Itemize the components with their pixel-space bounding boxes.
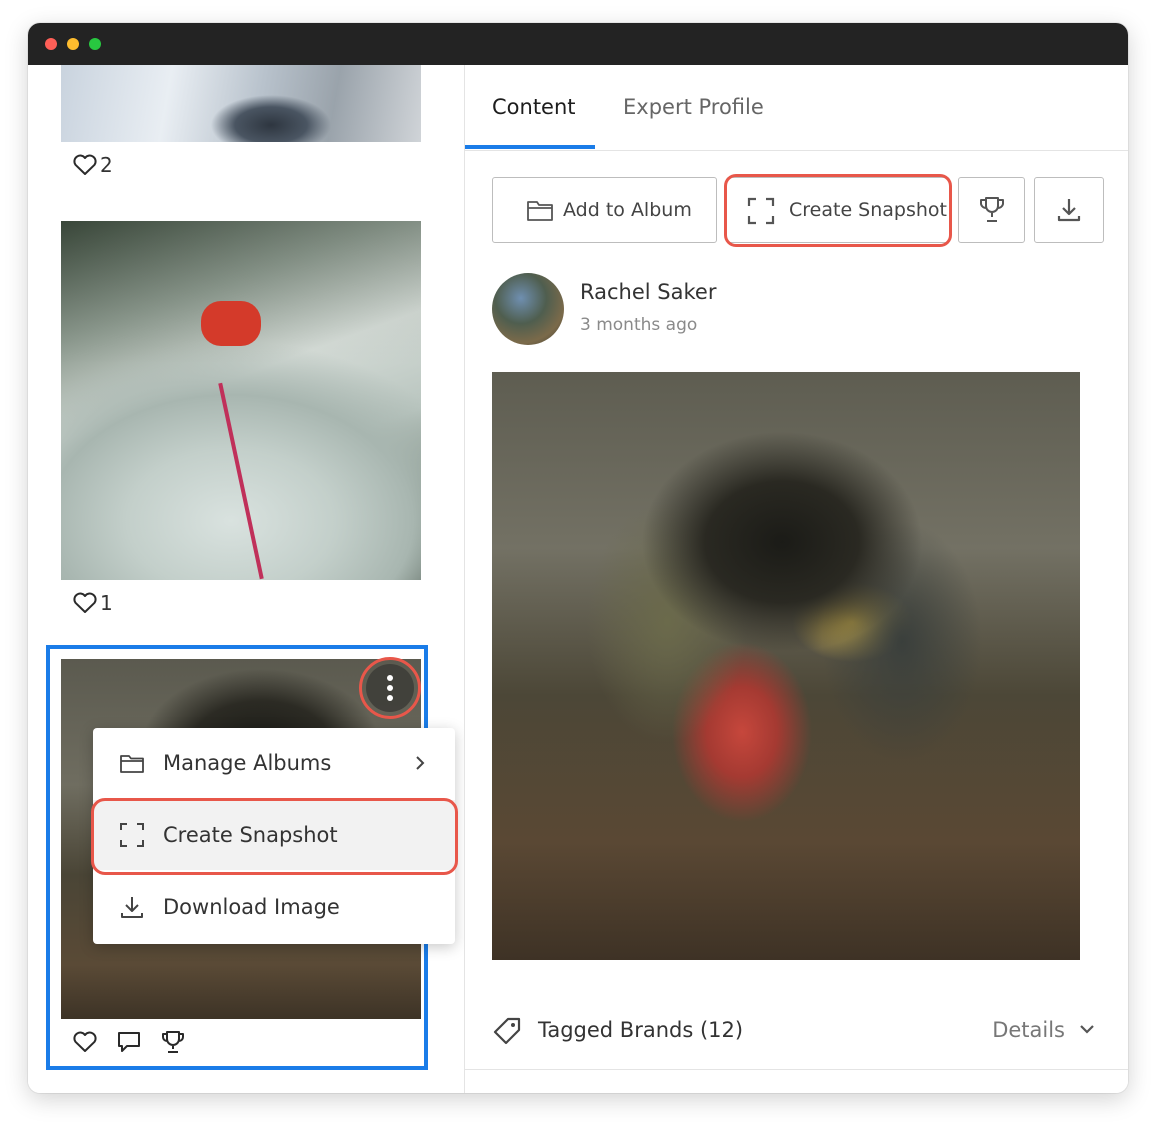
download-icon xyxy=(121,897,143,918)
climber-figure xyxy=(201,301,261,346)
folder-icon xyxy=(527,201,553,221)
trophy-icon xyxy=(979,197,1004,222)
minimize-window-button[interactable] xyxy=(67,38,79,50)
heart-icon[interactable] xyxy=(72,1030,98,1054)
content-feed: 2 1 Manage Albums Create Snapshot Downlo… xyxy=(28,65,465,1093)
like-count-value: 2 xyxy=(100,153,113,177)
rope-detail xyxy=(218,382,264,580)
tagged-brands-row[interactable]: Tagged Brands (12) Details xyxy=(492,1010,1101,1050)
maximize-window-button[interactable] xyxy=(89,38,101,50)
tab-content[interactable]: Content xyxy=(492,95,576,119)
folder-icon xyxy=(120,755,144,773)
close-window-button[interactable] xyxy=(45,38,57,50)
post-image[interactable] xyxy=(61,221,421,580)
app-window: 2 1 Manage Albums Create Snapshot Downlo… xyxy=(28,23,1128,1093)
menu-item-label: Download Image xyxy=(163,895,340,919)
tagged-brands-label: Tagged Brands (12) xyxy=(538,1018,744,1042)
like-count-value: 1 xyxy=(100,591,113,615)
like-count[interactable]: 2 xyxy=(72,153,113,177)
content-detail-panel: Content Expert Profile Add to Album Crea… xyxy=(465,65,1128,1093)
content-main-image[interactable] xyxy=(492,372,1080,960)
post-timestamp: 3 months ago xyxy=(580,315,698,335)
post-image[interactable] xyxy=(61,65,421,142)
chevron-down-icon[interactable] xyxy=(1079,1024,1095,1034)
more-vertical-icon xyxy=(387,675,393,701)
tab-expert-profile[interactable]: Expert Profile xyxy=(623,95,764,119)
tag-icon xyxy=(493,1017,521,1045)
chevron-right-icon xyxy=(416,756,425,770)
active-tab-indicator xyxy=(465,145,595,149)
create-snapshot-highlight xyxy=(724,174,952,247)
download-button[interactable] xyxy=(1034,177,1104,243)
author-name[interactable]: Rachel Saker xyxy=(580,280,716,304)
post-actions xyxy=(72,1029,186,1055)
award-button[interactable] xyxy=(958,177,1025,243)
download-icon xyxy=(1057,199,1081,222)
add-to-album-label: Add to Album xyxy=(563,199,692,221)
section-divider xyxy=(465,1069,1128,1070)
detail-tabs: Content Expert Profile xyxy=(465,65,1128,151)
heart-icon xyxy=(73,592,97,613)
heart-icon xyxy=(73,154,97,175)
details-toggle[interactable]: Details xyxy=(992,1018,1065,1042)
add-to-album-button[interactable]: Add to Album xyxy=(492,177,717,243)
more-options-button[interactable] xyxy=(366,664,414,712)
author-avatar[interactable] xyxy=(492,273,564,345)
like-count[interactable]: 1 xyxy=(72,591,113,615)
create-snapshot-highlight xyxy=(91,798,458,875)
trophy-icon[interactable] xyxy=(160,1029,186,1055)
menu-item-download-image[interactable]: Download Image xyxy=(93,872,455,942)
title-bar xyxy=(28,23,1128,65)
menu-item-manage-albums[interactable]: Manage Albums xyxy=(93,728,455,798)
comment-icon[interactable] xyxy=(116,1030,142,1054)
menu-item-label: Manage Albums xyxy=(163,751,332,775)
